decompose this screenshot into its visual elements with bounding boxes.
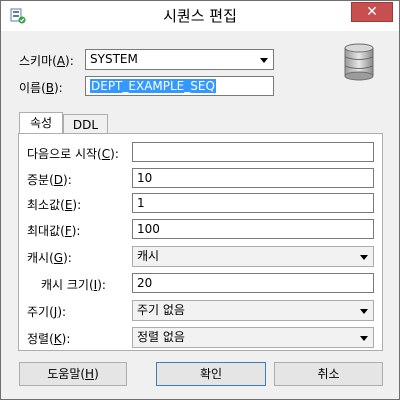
cancel-button[interactable]: 취소 [274,362,383,386]
order-select[interactable]: 정렬 없음 [132,327,374,348]
increment-label: 증분(D): [27,173,72,187]
edit-sequence-dialog: 시퀀스 편집 ✕ 스키마(A): SYSTEM 이름(B): DEPT_EXAM… [0,0,400,400]
cache-value: 캐시 [137,249,160,263]
chevron-down-icon [360,336,368,341]
schema-select[interactable]: SYSTEM [85,49,274,70]
cache-select[interactable]: 캐시 [132,246,374,267]
chevron-down-icon [360,309,368,314]
chevron-down-icon [360,255,368,260]
max-value-label: 최대값(F): [27,224,81,238]
order-label: 정렬(K): [27,332,71,346]
cycle-label: 주기(J): [27,305,67,319]
schema-label: 스키마(A): [19,54,74,68]
database-icon [344,43,374,81]
cache-label: 캐시(G): [27,251,72,265]
name-value-selected: DEPT_EXAMPLE_SEQ [90,79,216,93]
window-title: 시퀀스 편집 [163,7,237,25]
cycle-value: 주기 없음 [137,303,185,317]
close-button[interactable]: ✕ [351,2,393,22]
chevron-down-icon [260,58,268,63]
name-label: 이름(B): [19,81,63,95]
max-value-input[interactable]: 100 [132,219,374,239]
start-with-input[interactable] [132,142,374,162]
cache-size-label: 캐시 크기(I): [41,278,106,292]
start-with-label: 다음으로 시작(C): [27,147,119,161]
ok-button[interactable]: 확인 [156,362,266,386]
increment-input[interactable]: 10 [132,168,374,188]
help-button[interactable]: 도움말(H) [19,362,127,386]
cycle-select[interactable]: 주기 없음 [132,300,374,321]
min-value-label: 최소값(E): [27,198,82,212]
cache-size-input[interactable]: 20 [132,273,374,293]
name-input[interactable]: DEPT_EXAMPLE_SEQ [85,76,274,96]
min-value-input[interactable]: 1 [132,193,374,213]
order-value: 정렬 없음 [137,330,185,344]
schema-value: SYSTEM [90,52,138,66]
title-bar: 시퀀스 편집 ✕ [1,1,399,32]
